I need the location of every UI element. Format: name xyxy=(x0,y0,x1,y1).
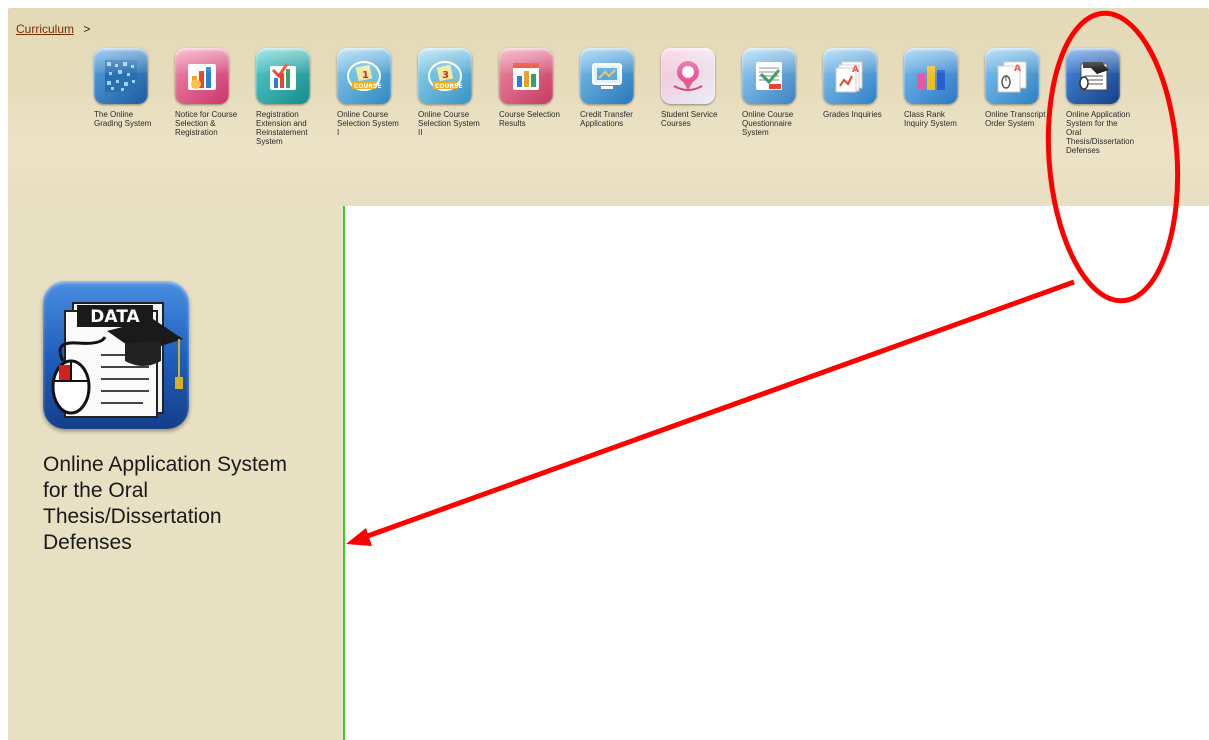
app-course-selection-1[interactable]: 1 COURSE Online Course Selection System … xyxy=(325,48,406,155)
app-thesis-defense[interactable]: Online Application System for the Oral T… xyxy=(1054,48,1135,155)
pointer-arrowhead xyxy=(346,528,372,546)
app-online-grading[interactable]: The Online Grading System xyxy=(82,48,163,155)
results-icon xyxy=(499,48,553,104)
grading-icon xyxy=(94,48,148,104)
app-label: Course Selection Results xyxy=(499,110,560,128)
thesis-defense-icon xyxy=(1066,48,1120,104)
app-label: The Online Grading System xyxy=(94,110,152,128)
app-label: Notice for Course Selection & Registrati… xyxy=(175,110,238,137)
svg-text:COURSE: COURSE xyxy=(435,83,462,90)
page: Curriculum > The Online Grading System N… xyxy=(0,0,1209,740)
course-selection-1-icon: 1 COURSE xyxy=(337,48,391,104)
app-course-selection-2[interactable]: 3 COURSE Online Course Selection System … xyxy=(406,48,487,155)
app-label: Grades Inquiries xyxy=(823,110,882,119)
app-course-selection-results[interactable]: Course Selection Results xyxy=(487,48,568,155)
app-label: Credit Transfer Applications xyxy=(580,110,633,128)
breadcrumb: Curriculum > xyxy=(16,22,90,36)
app-registration-extension[interactable]: Registration Extension and Reinstatement… xyxy=(244,48,325,155)
app-icon-row: The Online Grading System Notice for Cou… xyxy=(82,48,1135,155)
questionnaire-icon xyxy=(742,48,796,104)
data-label: DATA xyxy=(90,307,140,327)
app-credit-transfer[interactable]: Credit Transfer Applications xyxy=(568,48,649,155)
app-label: Class Rank Inquiry System xyxy=(904,110,957,128)
app-course-questionnaire[interactable]: Online Course Questionnaire System xyxy=(730,48,811,155)
svg-text:COURSE: COURSE xyxy=(354,83,381,90)
course-selection-2-icon: 3 COURSE xyxy=(418,48,472,104)
thesis-defense-large-icon[interactable]: DATA xyxy=(43,281,189,429)
app-label: Online Application System for the Oral T… xyxy=(1066,110,1135,155)
app-transcript-order[interactable]: A Online Transcript Order System xyxy=(973,48,1054,155)
svg-text:1: 1 xyxy=(362,70,369,81)
app-label: Student Service Courses xyxy=(661,110,718,128)
transcript-icon: A xyxy=(985,48,1039,104)
app-label: Registration Extension and Reinstatement… xyxy=(256,110,308,146)
app-label: Online Course Selection System II xyxy=(418,110,480,137)
breadcrumb-curriculum-link[interactable]: Curriculum xyxy=(16,22,74,36)
app-grades-inquiries[interactable]: A Grades Inquiries xyxy=(811,48,892,155)
student-service-icon xyxy=(661,48,715,104)
credit-transfer-icon xyxy=(580,48,634,104)
svg-text:A: A xyxy=(1014,64,1021,74)
panel-divider xyxy=(343,206,345,740)
grades-icon: A xyxy=(823,48,877,104)
app-label: Online Transcript Order System xyxy=(985,110,1046,128)
app-class-rank[interactable]: Class Rank Inquiry System xyxy=(892,48,973,155)
class-rank-icon xyxy=(904,48,958,104)
app-label: Online Course Questionnaire System xyxy=(742,110,794,137)
svg-text:A: A xyxy=(852,65,859,75)
pointer-arrow-line xyxy=(361,279,1075,541)
app-label: Online Course Selection System I xyxy=(337,110,399,137)
notice-icon xyxy=(175,48,229,104)
app-student-service-courses[interactable]: Student Service Courses xyxy=(649,48,730,155)
svg-text:3: 3 xyxy=(442,70,449,81)
breadcrumb-separator: > xyxy=(83,22,91,36)
selected-app-title: Online Application System for the Oral T… xyxy=(43,453,287,554)
registration-icon xyxy=(256,48,310,104)
app-notice-course-selection[interactable]: Notice for Course Selection & Registrati… xyxy=(163,48,244,155)
